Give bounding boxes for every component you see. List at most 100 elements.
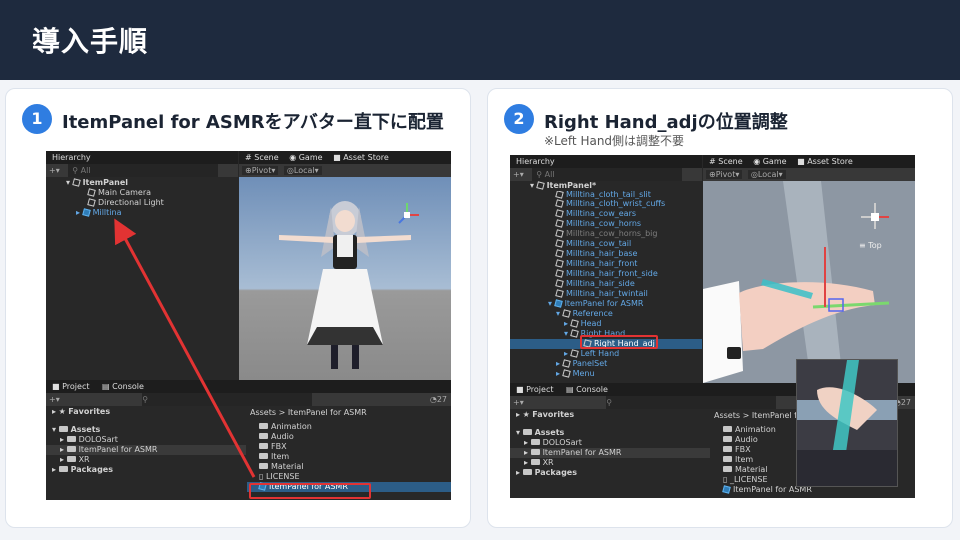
scene-tab-label: Scene [718,157,743,166]
console-tab[interactable]: ▤ Console [566,385,608,394]
document-icon: ▯ [723,475,730,484]
asset-store-tab-label: Asset Store [807,157,853,166]
step-number-badge: 1 [22,104,52,134]
folder-icon [723,426,732,432]
pivot-toggle[interactable]: ⊕Pivot▾ [706,170,743,179]
tree-item-label: PanelSet [572,359,608,368]
gameobject-icon [561,309,571,318]
gameobject-icon [555,209,564,218]
prefab-icon [553,299,563,308]
axis-gizmo[interactable] [861,203,889,229]
file-label: _LICENSE [729,475,768,484]
asset-store-tab[interactable]: ■ Asset Store [797,157,853,166]
favorites-row[interactable]: ▸ ★ Favorites [510,410,710,420]
tree-row[interactable]: ▸ PanelSet [510,359,702,369]
expand-arrow-icon[interactable]: ▸ [564,319,568,328]
expand-arrow-icon[interactable]: ▾ [530,181,534,190]
inset-closeup-image [796,359,898,487]
add-icon[interactable]: +▾ [513,398,524,407]
hierarchy-search-bar[interactable]: +▾ ⚲ All [510,168,702,181]
tree-item-label: Reference [572,309,613,318]
tree-row[interactable]: Milltina_cow_tail [510,239,702,249]
tree-row[interactable]: Milltina_hair_twintail [510,289,702,299]
expand-arrow-icon[interactable]: ▾ [548,299,552,308]
project-tab-label: Project [526,385,554,394]
file-label: Material [735,465,768,474]
hierarchy-tree: ▾ ItemPanel* Milltina_cloth_tail_slit Mi… [510,181,702,379]
tree-row[interactable]: Milltina_hair_side [510,279,702,289]
tree-item-label: Milltina_hair_twintail [566,289,648,298]
expand-arrow-icon[interactable]: ▾ [556,309,560,318]
tree-item-label: ItemPanel* [546,181,597,190]
scene-view[interactable]: ≡ Top [703,181,915,383]
tree-item-label: Menu [572,369,595,378]
gameobject-icon [561,369,571,378]
assets-row[interactable]: ▾ Assets [510,428,710,438]
tree-row[interactable]: ▾ ItemPanel* [510,181,702,191]
favorites-label: Favorites [532,410,575,419]
tree-item-label: ItemPanel for ASMR [564,299,644,308]
scene-tab[interactable]: # Scene [709,157,743,166]
tree-row[interactable]: Milltina_cow_ears [510,209,702,219]
pivot-label: Pivot [715,170,736,179]
step-number-badge: 2 [504,104,534,134]
tree-row[interactable]: ▸ Head [510,319,702,329]
tree-item-label: Milltina_cloth_tail_slit [566,191,651,199]
gameobject-icon [555,269,564,278]
tree-row[interactable]: Milltina_cloth_tail_slit [510,191,702,199]
folder-row[interactable]: ▸ ItemPanel for ASMR [510,448,710,458]
tree-row[interactable]: Milltina_hair_base [510,249,702,259]
tree-row[interactable]: ▸ Menu [510,369,702,379]
tree-row[interactable]: Milltina_cloth_wrist_cuffs [510,199,702,209]
gizmo-top-label: ≡ Top [859,241,882,250]
hierarchy-search-input[interactable]: ⚲ All [532,168,683,181]
tree-row[interactable]: Milltina_hair_front_side [510,269,702,279]
packages-row[interactable]: ▸ Packages [510,468,710,478]
folder-icon [530,449,540,455]
hidden-count-label: 27 [900,398,911,407]
gameobject-icon [555,249,564,258]
search-icon: ⚲ [536,170,543,179]
project-search-input[interactable]: ⚲ [606,396,777,409]
expand-arrow-icon[interactable]: ▸ [556,369,560,378]
step-title: ItemPanel for ASMRをアバター直下に配置 [62,112,444,133]
local-toggle[interactable]: ◎Local▾ [747,170,786,179]
folder-label: XR [542,458,554,467]
tree-item-label: Milltina_cow_ears [566,209,637,218]
folder-label: DOLOSart [542,438,582,447]
expand-arrow-icon[interactable]: ▸ [564,349,568,358]
gameobject-icon [555,259,564,268]
expand-arrow-icon[interactable]: ▾ [564,329,568,338]
step-card-2: 2 Right Hand_adjの位置調整 ※Left Hand側は調整不要 H… [487,88,953,528]
drag-arrow [114,218,256,478]
gizmo-label-text: Top [868,241,882,250]
gameobject-icon [555,219,564,228]
star-icon: ★ [522,410,530,419]
file-label: Audio [735,435,758,444]
add-icon[interactable]: +▾ [513,170,524,179]
tree-row[interactable]: ▾ ItemPanel for ASMR [510,299,702,309]
tree-item-label: Milltina_hair_front_side [566,269,658,278]
game-tab[interactable]: ◉ Game [753,157,786,166]
hierarchy-tab[interactable]: Hierarchy [510,155,702,168]
tree-row[interactable]: Milltina_cow_horns_big [510,229,702,239]
tree-row[interactable]: Milltina_cow_horns [510,219,702,229]
project-tab[interactable]: ■ Project [516,385,553,394]
header-bar: 導入手順 [0,0,960,80]
file-label: FBX [735,445,751,454]
folder-row[interactable]: ▸ XR [510,458,710,468]
tree-row[interactable]: Milltina_hair_front [510,259,702,269]
file-label: Item [735,455,754,464]
folder-row[interactable]: ▸ DOLOSart [510,438,710,448]
expand-arrow-icon[interactable]: ▸ [556,359,560,368]
scene-tab-bar: # Scene ◉ Game ■ Asset Store [703,155,915,168]
file-label: Animation [735,425,776,434]
packages-label: Packages [534,468,577,477]
unity-screenshot: Hierarchy +▾ ⚲ All ▾ ItemPanel* Milltina… [510,155,915,498]
tree-row[interactable]: ▸ Left Hand [510,349,702,359]
gameobject-icon [569,329,579,338]
step-note: ※Left Hand側は調整不要 [544,134,685,148]
gameobject-icon [555,229,564,238]
tree-row[interactable]: ▾ Reference [510,309,702,319]
